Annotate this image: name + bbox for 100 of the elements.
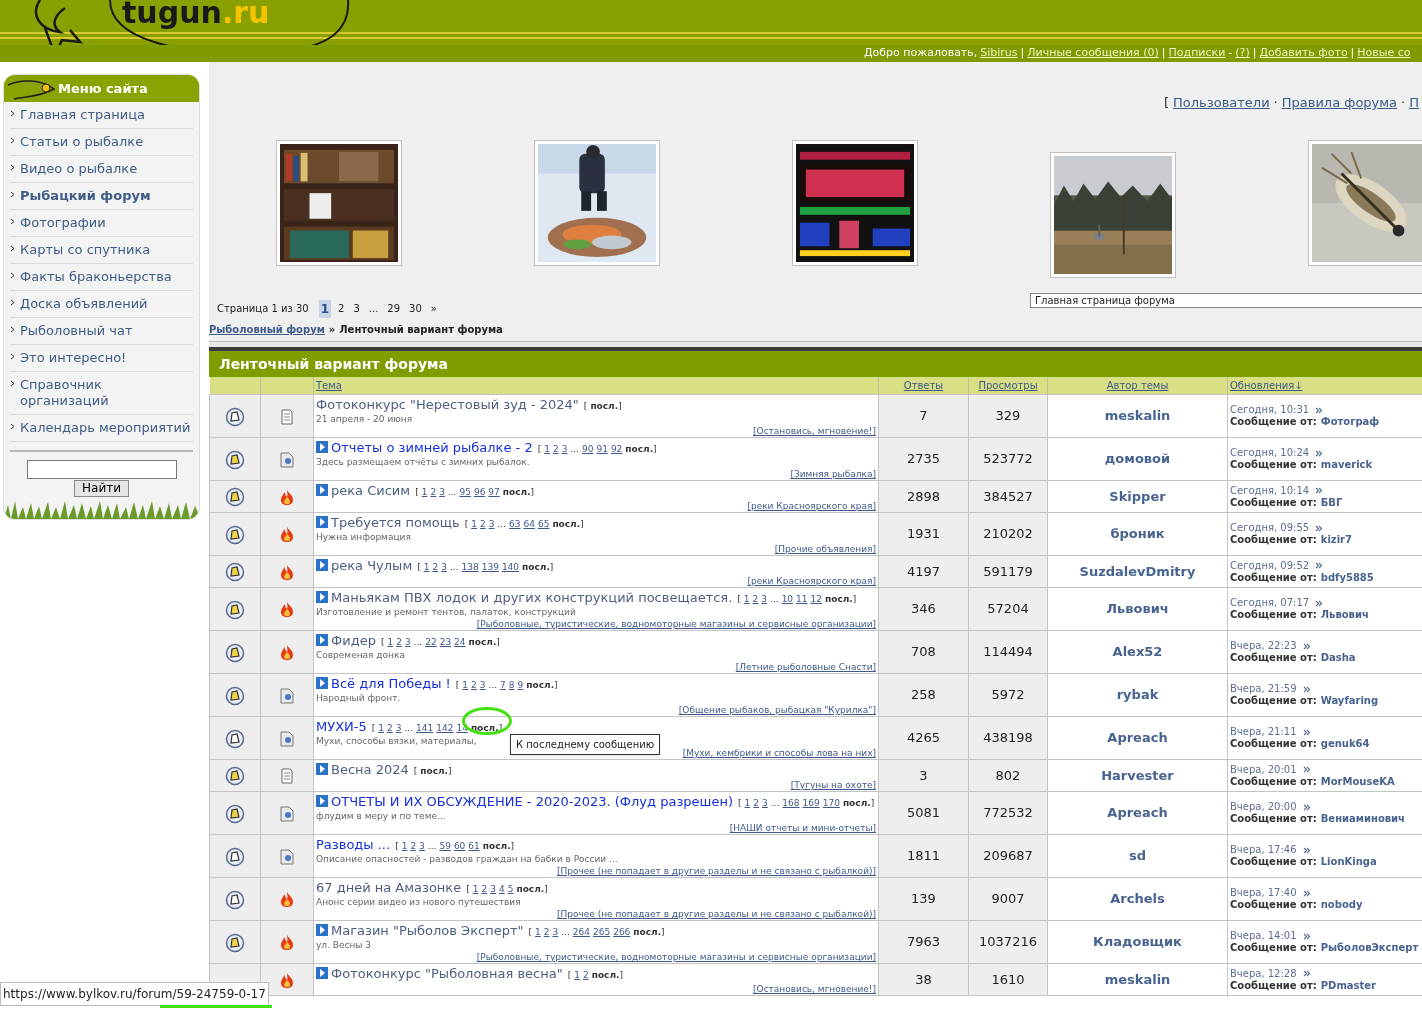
topic-link[interactable]: река Сисим <box>331 483 411 498</box>
menu-item[interactable]: Доска объявлений <box>10 291 193 318</box>
forum-link[interactable]: [Рыболовные, туристические, водномоторные магазины и сервисные организации] <box>476 952 876 962</box>
page-link[interactable]: 141 <box>416 723 434 733</box>
page-link[interactable]: 2 <box>387 723 393 733</box>
topic-link[interactable]: Фидер <box>331 633 376 648</box>
forum-link[interactable]: [Рыболовные, туристические, водномоторные магазины и сервисные организации] <box>476 619 876 629</box>
page-link[interactable]: 170 <box>822 798 840 808</box>
topic-link[interactable]: Фотоконкурс "Рыболовная весна" <box>331 966 563 981</box>
menu-item[interactable]: Фотографии <box>10 210 193 237</box>
forum-link[interactable]: [реки Красноярского края] <box>747 501 876 511</box>
forum-link[interactable]: [Мухи, кембрики и способы лова на них] <box>682 748 876 758</box>
column-header[interactable]: Автор темы <box>1106 379 1169 391</box>
page-link[interactable]: 140 <box>501 562 520 572</box>
topic-link[interactable]: Разводы ... <box>316 837 391 852</box>
page-link[interactable]: 3 <box>479 680 486 690</box>
page-link[interactable]: 95 <box>459 487 471 497</box>
last-post-link[interactable]: посл. <box>502 487 531 497</box>
page-link[interactable]: 65 <box>537 519 550 529</box>
last-poster-link[interactable]: PDmaster <box>1320 979 1376 991</box>
column-header[interactable]: Тема <box>316 379 342 391</box>
page-link[interactable]: 24 <box>454 637 466 647</box>
page-link[interactable]: 30 <box>407 301 424 316</box>
forum-link[interactable]: [НАШИ отчеты и мини-отчеты] <box>729 823 876 833</box>
page-link[interactable]: 1 <box>544 444 550 454</box>
last-poster-link[interactable]: nobody <box>1320 899 1363 910</box>
topic-link[interactable]: Весна 2024 <box>331 762 409 777</box>
search-button[interactable]: Найти <box>74 480 129 497</box>
last-poster-link[interactable]: bdfy5885 <box>1320 571 1374 583</box>
page-link[interactable]: 3 <box>761 594 768 604</box>
page-link[interactable]: » <box>428 301 439 316</box>
forum-link[interactable]: [Прочие объявления] <box>774 544 876 554</box>
last-post-link[interactable]: посл. <box>825 594 853 604</box>
page-link[interactable]: 60 <box>453 841 466 851</box>
topic-link[interactable]: Всё для Победы ! <box>331 676 451 691</box>
forum-link[interactable]: Правила форума <box>1281 93 1398 113</box>
page-link[interactable]: 3 <box>404 637 411 647</box>
page-link[interactable]: 3 <box>441 562 447 572</box>
menu-item[interactable]: Статьи о рыбалке <box>10 129 193 156</box>
breadcrumb-link[interactable]: Рыболовный форум <box>209 321 325 337</box>
page-link[interactable]: 1 <box>462 680 469 690</box>
page-link[interactable]: 1 <box>421 487 428 497</box>
page-link[interactable]: 1 <box>535 927 541 937</box>
forum-link[interactable]: [Летние рыболовные Снасти] <box>735 662 876 672</box>
forum-link[interactable]: [Зимняя рыбалка] <box>790 469 876 479</box>
forum-link[interactable]: [Остановись, мгновение!] <box>753 426 876 436</box>
menu-item[interactable]: Видео о рыбалке <box>10 156 193 183</box>
forum-dropdown[interactable]: Главная страница форума <box>1030 292 1422 308</box>
forum-link[interactable]: [Общение рыбаков, рыбацкая "Курилка"] <box>678 705 876 715</box>
page-link[interactable]: 1 <box>471 519 477 529</box>
last-post-link[interactable]: посл. <box>482 841 511 851</box>
last-poster-link[interactable]: MorMouseKA <box>1320 775 1395 787</box>
last-poster-link[interactable]: Dasha <box>1320 652 1356 663</box>
page-link[interactable]: ... <box>366 301 381 316</box>
menu-item[interactable]: Календарь мероприятий <box>10 415 193 442</box>
topic-link[interactable]: Магазин "Рыболов Эксперт" <box>331 923 524 938</box>
last-poster-link[interactable]: genuk64 <box>1320 738 1370 749</box>
topic-link[interactable]: река Чулым <box>331 558 413 573</box>
page-link[interactable]: 2 <box>552 444 559 454</box>
topic-link[interactable]: Маньякам ПВХ лодок и других конструкций посвещается. <box>331 590 733 605</box>
last-post-link[interactable]: посл. <box>522 562 550 572</box>
menu-item[interactable]: Рыболовный чат <box>10 318 193 345</box>
last-poster-link[interactable]: LionKinga <box>1320 856 1377 867</box>
page-link[interactable]: 22 <box>425 637 437 647</box>
column-header[interactable]: Ответы <box>903 379 944 391</box>
page-link[interactable]: 2 <box>479 519 486 529</box>
page-link[interactable]: 3 <box>419 841 425 851</box>
menu-item[interactable]: Это интересно! <box>10 345 193 372</box>
topic-link[interactable]: 67 дней на Амазонке <box>316 880 462 895</box>
page-link[interactable]: 23 <box>439 637 452 647</box>
page-link[interactable]: 92 <box>610 444 623 454</box>
page-link[interactable]: 9 <box>517 680 524 690</box>
forum-link[interactable]: [Прочее (не попадает в другие разделы и не связано с рыбалкой)] <box>556 909 876 919</box>
last-poster-link[interactable]: kizir7 <box>1320 534 1352 545</box>
last-poster-link[interactable]: Фотограф <box>1320 416 1380 427</box>
page-link[interactable]: 2 <box>753 798 759 808</box>
page-link[interactable]: 12 <box>810 594 822 604</box>
page-link[interactable]: 29 <box>385 301 403 316</box>
page-link[interactable]: 2 <box>471 680 477 690</box>
topic-link[interactable]: Фотоконкурс "Нерестовый зуд - 2024" <box>316 397 579 412</box>
page-link[interactable]: 168 <box>782 798 800 808</box>
page-link[interactable]: 2 <box>432 562 439 572</box>
page-link[interactable]: 1 <box>378 723 384 733</box>
forum-link[interactable]: Пользователи <box>1173 93 1270 113</box>
forum-link[interactable]: [реки Красноярского края] <box>747 576 876 586</box>
page-link[interactable]: 63 <box>509 519 521 529</box>
last-post-link[interactable]: посл. <box>842 798 871 808</box>
page-link[interactable]: 1 <box>387 637 394 647</box>
page-link[interactable]: 3 <box>351 301 362 316</box>
page-link[interactable]: 265 <box>592 927 611 937</box>
page-link[interactable]: 2 <box>396 637 402 647</box>
menu-item[interactable]: Главная страница <box>10 102 193 129</box>
page-link[interactable]: 169 <box>802 798 820 808</box>
page-link[interactable]: 3 <box>395 723 402 733</box>
page-link[interactable]: 4 <box>498 884 505 894</box>
page-link[interactable]: 1 <box>423 562 430 572</box>
search-field[interactable] <box>26 460 177 479</box>
page-link[interactable]: 96 <box>473 487 486 497</box>
page-link[interactable]: 5 <box>507 884 514 894</box>
page-link[interactable]: 2 <box>543 927 550 937</box>
